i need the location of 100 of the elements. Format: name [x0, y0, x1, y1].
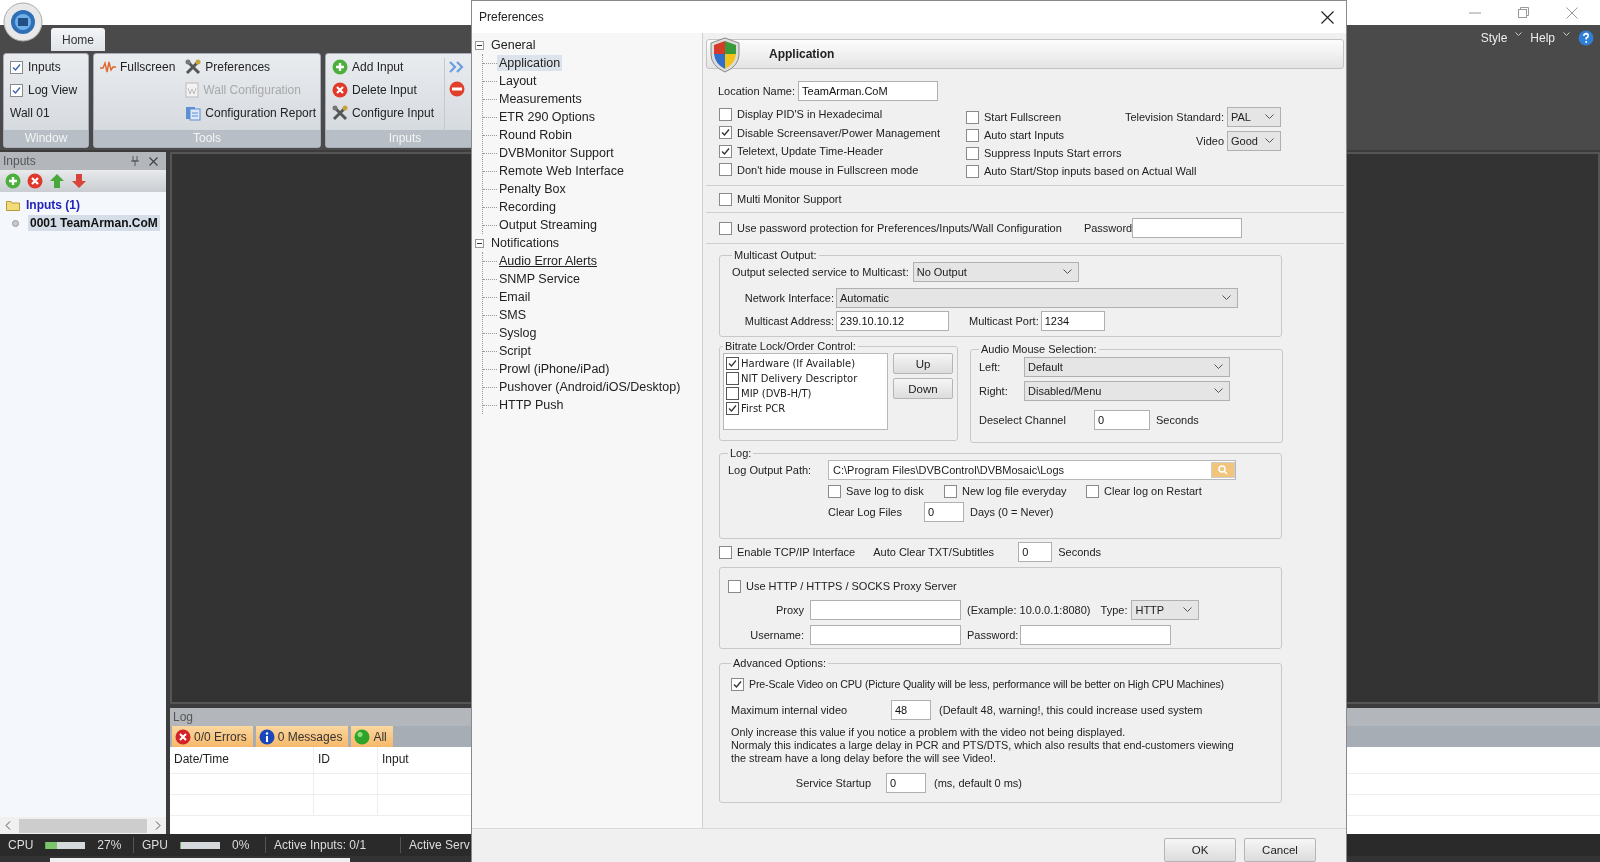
ribbon-button[interactable]: Delete Input — [332, 81, 435, 99]
checkbox[interactable]: Use password protection for Preferences/Inputs/Wall Configuration — [719, 219, 1062, 237]
double-chevron-icon[interactable] — [449, 61, 466, 73]
arrow-up-icon[interactable] — [49, 173, 65, 189]
ribbon-button[interactable]: Configuration Report — [185, 104, 317, 122]
checkbox[interactable]: NIT Delivery Descriptor — [726, 371, 885, 386]
ribbon-button[interactable]: Preferences — [185, 58, 317, 76]
text-field[interactable] — [1132, 218, 1243, 238]
checkbox[interactable]: Start Fullscreen — [966, 108, 1062, 126]
tree-item[interactable]: Layout — [497, 73, 539, 89]
ribbon-tab[interactable]: Home — [51, 28, 105, 51]
tree-item[interactable]: Inputs (1) — [26, 198, 80, 212]
tree-item[interactable]: General — [489, 37, 538, 53]
minimize-icon[interactable] — [1469, 11, 1481, 14]
browse-folder-icon[interactable] — [1211, 462, 1235, 478]
ribbon-button[interactable]: Fullscreen — [100, 58, 176, 76]
checkbox[interactable]: MIP (DVB-H/T) — [726, 386, 885, 401]
checkbox[interactable]: Clear log on Restart — [1086, 482, 1202, 500]
menu-item[interactable]: Style — [1480, 31, 1523, 45]
menu-item[interactable]: Help — [1530, 31, 1570, 45]
tree-item[interactable]: Pushover (Android/iOS/Desktop) — [497, 379, 683, 395]
checkbox[interactable]: Suppress Inputs Start errors — [966, 144, 1122, 162]
checkbox[interactable]: Auto Start/Stop inputs based on Actual Wall — [966, 162, 1197, 180]
tree-item[interactable]: Round Robin — [497, 127, 574, 143]
tree-item[interactable]: HTTP Push — [497, 397, 566, 413]
checkbox[interactable]: Don't hide mouse in Fullscreen mode — [719, 160, 919, 179]
ribbon-button[interactable]: Add Input — [332, 58, 435, 76]
filter-button[interactable]: 0 Messages — [255, 726, 349, 747]
checkbox[interactable]: Auto start Inputs — [966, 126, 1065, 144]
tree-item[interactable]: SNMP Service — [497, 271, 583, 287]
tree-item[interactable]: Output Streaming — [497, 217, 599, 233]
checkbox[interactable]: Display PID'S in Hexadecimal — [719, 105, 883, 124]
text-field[interactable]: 1234 — [1040, 311, 1105, 331]
tree-item[interactable]: Email — [497, 289, 533, 305]
checkbox[interactable]: New log file everyday — [944, 482, 1067, 500]
tree-item[interactable]: SMS — [497, 307, 529, 323]
text-field[interactable]: 239.10.10.12 — [836, 311, 949, 331]
tree-item[interactable]: Script — [497, 343, 533, 359]
ribbon-button[interactable]: Configure Input — [332, 104, 435, 122]
checkbox[interactable]: Teletext, Update Time-Header — [719, 142, 884, 161]
field-label: Network Interface: — [743, 292, 834, 304]
collapse-icon[interactable] — [475, 40, 484, 50]
checkbox[interactable]: Inputs — [10, 58, 78, 76]
close-icon[interactable] — [1321, 10, 1334, 24]
checkbox[interactable]: Log View — [10, 81, 78, 99]
dropdown[interactable]: Disabled/Menu — [1024, 381, 1230, 401]
tree-item[interactable]: Syslog — [497, 325, 539, 341]
tree-item[interactable]: ETR 290 Options — [497, 109, 597, 125]
text-field[interactable] — [1020, 625, 1172, 645]
text-field[interactable]: 0 — [924, 502, 964, 522]
text-field[interactable] — [810, 600, 961, 620]
checkbox[interactable]: Save log to disk — [828, 482, 924, 500]
tree-item[interactable]: Notifications — [489, 235, 562, 251]
tree-item[interactable]: Penalty Box — [497, 181, 568, 197]
column-header[interactable]: ID — [314, 747, 378, 773]
text-field[interactable]: 0 — [886, 773, 926, 793]
arrow-down-icon[interactable] — [71, 173, 87, 189]
dropdown[interactable]: Automatic — [836, 288, 1238, 308]
text-field[interactable]: 0 — [1018, 542, 1053, 562]
dialog-button[interactable]: Cancel — [1244, 838, 1316, 862]
text-field[interactable] — [810, 625, 961, 645]
order-button[interactable]: Up — [893, 353, 953, 374]
help-icon[interactable] — [1578, 30, 1594, 46]
restore-icon[interactable] — [1518, 7, 1529, 18]
checkbox[interactable]: Enable TCP/IP Interface — [719, 543, 856, 561]
checkbox[interactable]: Disable Screensaver/Power Management — [719, 123, 940, 142]
tree-item[interactable]: Audio Error Alerts — [497, 253, 599, 269]
dropdown[interactable]: HTTP — [1131, 600, 1200, 620]
collapse-icon[interactable] — [475, 238, 484, 248]
tree-item[interactable]: Recording — [497, 199, 558, 215]
path-field[interactable]: C:\Program Files\DVBControl\DVBMosaic\Logs — [828, 460, 1236, 480]
dropdown[interactable]: Good — [1227, 131, 1281, 151]
order-button[interactable]: Down — [893, 378, 953, 399]
tree-item[interactable]: Application — [497, 55, 563, 71]
filter-button[interactable]: All — [351, 726, 393, 747]
tree-item[interactable]: Measurements — [497, 91, 584, 107]
checkbox[interactable]: Use HTTP / HTTPS / SOCKS Proxy Server — [728, 577, 957, 595]
checkbox[interactable]: First PCR — [726, 401, 885, 416]
dropdown[interactable]: Default — [1024, 357, 1230, 377]
folder-icon — [6, 199, 20, 211]
tree-item[interactable]: Prowl (iPhone/iPad) — [497, 361, 612, 377]
tree-item[interactable]: 0001 TeamArman.CoM — [28, 215, 160, 231]
column-header[interactable]: Date/Time — [170, 747, 314, 773]
text-field[interactable]: TeamArman.CoM — [798, 81, 939, 101]
dropdown[interactable]: No Output — [912, 262, 1079, 282]
dialog-button[interactable]: OK — [1164, 838, 1236, 862]
dropdown[interactable]: PAL — [1227, 107, 1281, 127]
tree-item[interactable]: DVBMonitor Support — [497, 145, 616, 161]
text-field[interactable]: 0 — [1094, 410, 1150, 430]
pin-icon[interactable] — [131, 156, 139, 166]
checkbox[interactable]: Hardware (If Available) — [726, 356, 885, 371]
tree-item[interactable]: Remote Web Interface — [497, 163, 626, 179]
filter-button[interactable]: 0/0 Errors — [172, 726, 253, 747]
text-field[interactable]: 48 — [891, 700, 931, 720]
checkbox[interactable]: Pre-Scale Video on CPU (Picture Quality will be less, performance will be better on High CPU Machines) — [731, 675, 1224, 693]
stop-icon[interactable] — [449, 81, 466, 97]
scroll-right-icon[interactable] — [155, 821, 161, 830]
scroll-left-icon[interactable] — [5, 821, 11, 830]
checkbox[interactable]: Multi Monitor Support — [719, 190, 842, 208]
scrollbar[interactable] — [0, 817, 166, 834]
